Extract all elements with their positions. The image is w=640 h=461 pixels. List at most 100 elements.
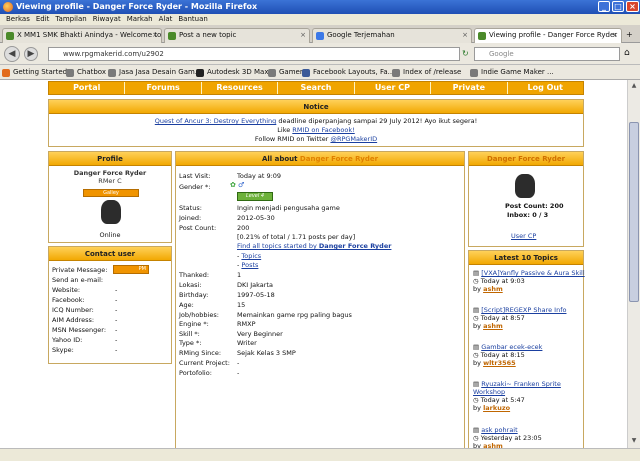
notice-twitter-link[interactable]: @RPGMakerID — [330, 135, 377, 143]
gender-symbol-icon: ♂ — [238, 181, 245, 189]
about-link[interactable]: Find all topics started by — [237, 242, 319, 250]
contact-value: - — [115, 346, 118, 354]
menu-item[interactable]: Alat — [159, 14, 173, 25]
tab-close-icon[interactable]: × — [300, 31, 306, 39]
about-header: All about Danger Force Ryder — [176, 152, 464, 166]
about-value[interactable]: - Posts — [237, 261, 258, 269]
topic-title-link[interactable]: Workshop — [473, 388, 505, 396]
about-value[interactable]: - Topics — [237, 252, 261, 260]
about-value: - — [237, 369, 240, 377]
about-box: All about Danger Force Ryder ✿ ♂ Level 4… — [175, 151, 465, 448]
about-label: RMing Since: — [179, 349, 222, 357]
menu-item[interactable]: Berkas — [6, 14, 30, 25]
profile-rank: RMer C — [98, 177, 122, 185]
nav-user-cp[interactable]: User CP — [355, 82, 432, 94]
scroll-thumb[interactable] — [629, 122, 639, 302]
menu-item[interactable]: Riwayat — [93, 14, 121, 25]
notice-facebook-link[interactable]: RMID on Facebook! — [292, 126, 354, 134]
topic-title-link[interactable]: Ryuzaki~ Franken Sprite — [481, 380, 561, 388]
clock-icon: ◷ — [473, 396, 481, 404]
about-link-username[interactable]: Danger Force Ryder — [319, 242, 392, 250]
side-avatar — [515, 174, 535, 198]
bookmark-item[interactable]: Chatbox — [66, 67, 106, 78]
topic-title-link[interactable]: ask pohrait — [481, 426, 517, 434]
tab-viewing-profile[interactable]: Viewing profile - Danger Force Ryder × — [474, 28, 622, 43]
bookmark-label: Chatbox — [77, 68, 107, 76]
nav-private-messages[interactable]: Private Messages — [431, 82, 508, 104]
scroll-up-icon[interactable]: ▲ — [629, 81, 639, 91]
topic-title-link[interactable]: [Script]REGEXP Share Info — [481, 306, 566, 314]
about-label: Gender *: — [179, 183, 211, 191]
bookmark-item[interactable]: Getting Started — [2, 67, 67, 78]
menu-item[interactable]: Tampilan — [55, 14, 86, 25]
send-pm-button[interactable]: PM — [113, 265, 149, 274]
side-inbox[interactable]: Inbox: 0 / 3 — [507, 211, 548, 219]
bookmark-label: Gamer — [279, 68, 303, 76]
tab-post-new-topic[interactable]: Post a new topic × — [164, 28, 310, 43]
bookmark-label: Indie Game Maker ... — [481, 68, 554, 76]
topic-author-link[interactable]: larkuzo — [483, 404, 510, 412]
contact-label: Website: — [52, 286, 81, 294]
new-tab-icon[interactable]: + — [626, 30, 633, 39]
url-input[interactable]: www.rpgmakerid.com/u2902 — [48, 47, 460, 61]
search-input[interactable]: Google — [474, 47, 620, 61]
bookmark-item[interactable]: Jasa Jasa Desain Gam... — [108, 67, 201, 78]
contact-label: Yahoo ID: — [52, 336, 83, 344]
menu-item[interactable]: Markah — [127, 14, 153, 25]
topic-author-link[interactable]: ashm — [483, 322, 503, 330]
about-value: Memainkan game rpg paling bagus — [237, 311, 352, 319]
topic-title-link[interactable]: [VXA]Yanfly Passive & Aura Skill — [481, 269, 584, 277]
about-label: Thanked: — [179, 271, 210, 279]
nav-log-out[interactable]: Log Out — [508, 82, 583, 94]
page-scrollbar[interactable]: ▲ ▼ — [627, 80, 640, 448]
scroll-down-icon[interactable]: ▼ — [629, 436, 639, 446]
bookmark-item[interactable]: Indie Game Maker ... — [470, 67, 554, 78]
nav-search[interactable]: Search — [278, 82, 355, 94]
nav-resources[interactable]: Resources — [202, 82, 279, 94]
topic-title-link[interactable]: Gambar ecek-ecek — [481, 343, 542, 351]
bookmark-item[interactable]: Facebook Layouts, Fa... — [302, 67, 394, 78]
online-status: Online — [99, 231, 121, 239]
nav-forums[interactable]: Forums — [125, 82, 202, 94]
tab-close-icon[interactable]: × — [462, 31, 468, 39]
tab-google-translate[interactable]: Google Terjemahan × — [312, 28, 472, 43]
home-icon[interactable]: ⌂ — [624, 48, 630, 58]
topic-item: ▤ Gambar ecek-ecek ◷ Today at 8:15 by wltr… — [473, 343, 542, 367]
menu-item[interactable]: Bantuan — [178, 14, 207, 25]
about-header-text: All about — [261, 155, 300, 163]
about-value[interactable]: Find all topics started by Danger Force … — [237, 242, 391, 250]
back-arrow-icon[interactable]: ◀ — [4, 46, 20, 62]
notice-text: deadline diperpanjang sampai 29 July 201… — [276, 117, 478, 125]
menu-item[interactable]: Edit — [36, 14, 50, 25]
topic-author-link[interactable]: ashm — [483, 285, 503, 293]
about-link[interactable]: Posts — [241, 261, 258, 269]
navigation-bar: ◀ ▶ www.rpgmakerid.com/u2902 ↻ Google ⌂ — [0, 43, 640, 65]
nav-portal[interactable]: Portal — [49, 82, 126, 94]
about-label: Joined: — [179, 214, 202, 222]
forward-arrow-icon[interactable]: ▶ — [24, 47, 38, 61]
close-window-button[interactable]: × — [626, 1, 639, 12]
topic-author-link[interactable]: wltr3565 — [483, 359, 516, 367]
side-user-cp-link[interactable]: User CP — [511, 232, 536, 240]
tab-close-icon[interactable]: × — [152, 31, 158, 39]
bookmark-item[interactable]: Autodesk 3D Max — [196, 67, 268, 78]
window-title: Viewing profile - Danger Force Ryder - M… — [16, 2, 258, 11]
bookmark-label: Autodesk 3D Max — [207, 68, 269, 76]
bookmark-item[interactable]: Gamer — [268, 67, 303, 78]
about-label: Portofolio: — [179, 369, 212, 377]
firefox-logo-icon — [3, 2, 13, 12]
tab-favicon-icon — [168, 32, 176, 40]
side-post-count: Post Count: 200 — [505, 202, 564, 210]
maximize-button[interactable]: □ — [612, 1, 624, 12]
tab-close-icon[interactable]: × — [612, 31, 618, 39]
about-label: Post Count: — [179, 224, 217, 232]
minimize-button[interactable]: _ — [598, 1, 610, 12]
about-link[interactable]: Topics — [241, 252, 261, 260]
contact-label: AIM Address: — [52, 316, 95, 324]
tab-smk-bhakti[interactable]: X MM1 SMK Bhakti Anindya - Welcome to ..… — [2, 28, 162, 43]
bookmark-item[interactable]: Index of /release — [392, 67, 461, 78]
notice-quest-link[interactable]: Quest of Ancur 3: Destroy Everything — [155, 117, 277, 125]
about-value: Writer — [237, 339, 257, 347]
about-value: Very Beginner — [237, 330, 283, 338]
reload-icon[interactable]: ↻ — [462, 49, 469, 58]
